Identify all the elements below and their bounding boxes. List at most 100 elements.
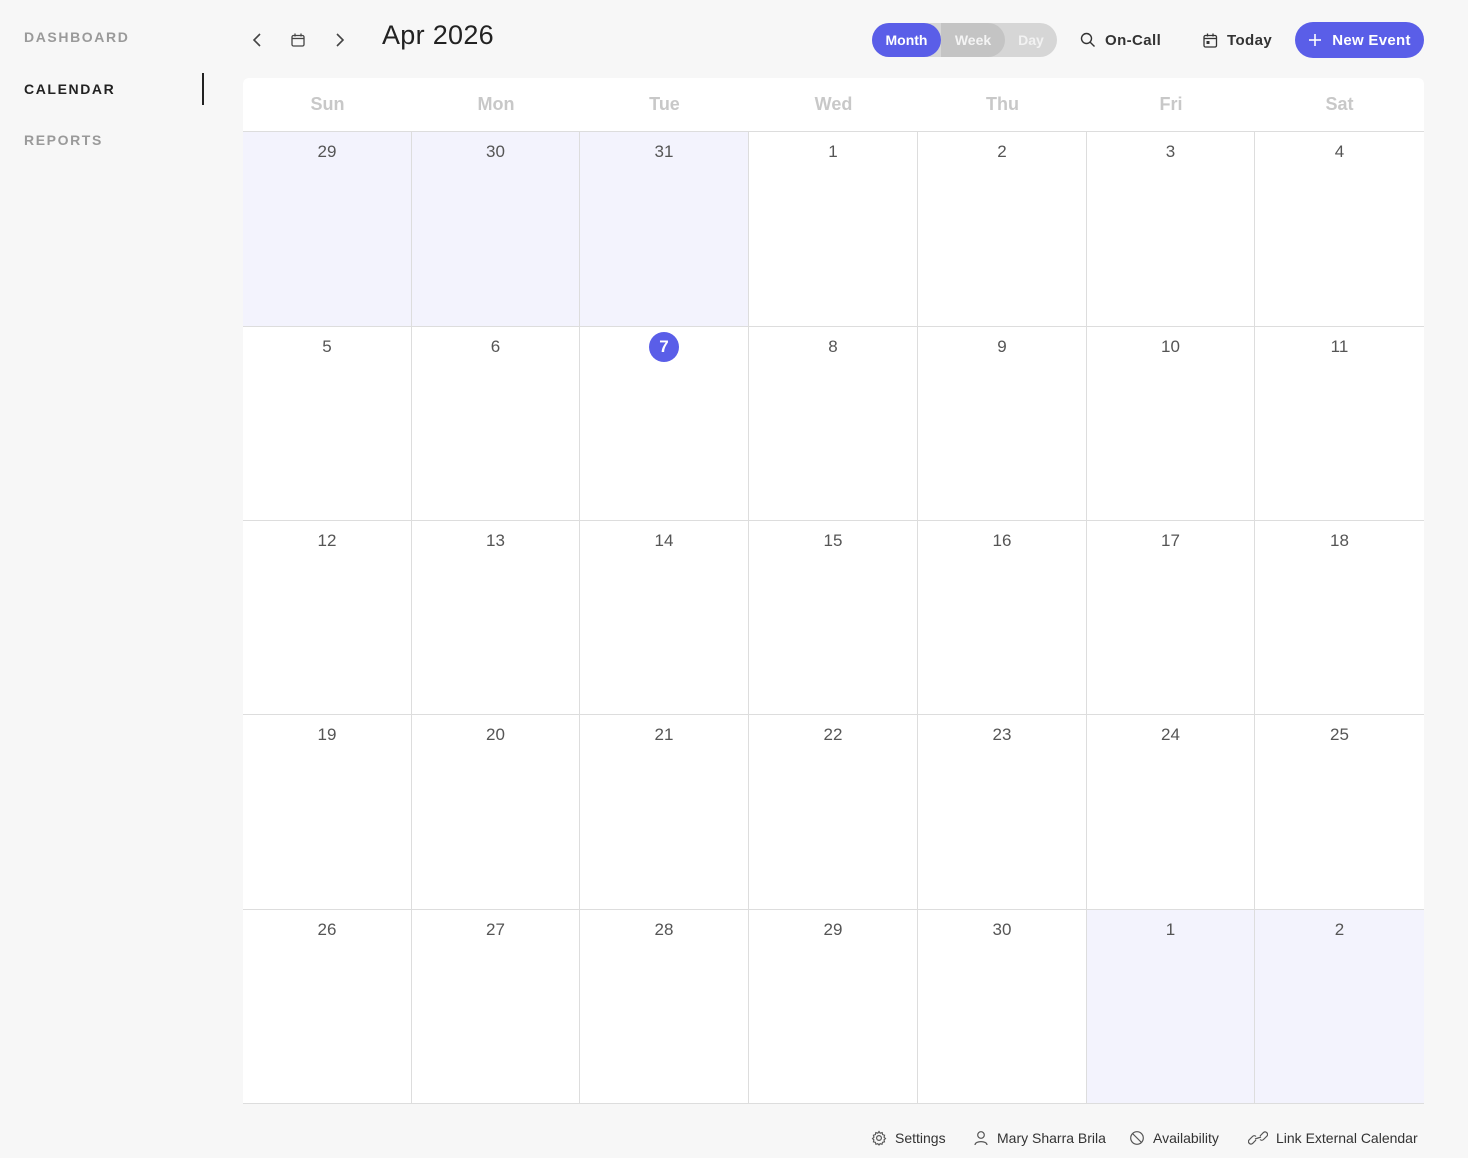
day-number: 1 [1165, 920, 1176, 939]
calendar-today-icon [1203, 33, 1218, 48]
day-cell[interactable]: 19 [243, 715, 412, 910]
day-number: 5 [322, 337, 332, 356]
day-cell[interactable]: 22 [749, 715, 918, 910]
availability-label: Availability [1153, 1130, 1219, 1146]
link-external-calendar-button[interactable]: Link External Calendar [1248, 1128, 1418, 1148]
day-cell[interactable]: 13 [412, 521, 580, 715]
day-number: 11 [1330, 337, 1349, 356]
day-number: 3 [1165, 142, 1176, 161]
day-cell[interactable]: 30 [412, 132, 580, 327]
day-cell[interactable]: 4 [1255, 132, 1424, 327]
day-cell[interactable]: 20 [412, 715, 580, 910]
view-week-button[interactable]: Week [941, 23, 1005, 57]
today-label: Today [1227, 31, 1273, 49]
previous-month-button[interactable] [244, 26, 272, 54]
day-cell[interactable]: 28 [580, 910, 749, 1104]
day-cell[interactable]: 26 [243, 910, 412, 1104]
day-cell[interactable]: 24 [1087, 715, 1255, 910]
weekday-header-row: Sun Mon Tue Wed Thu Fri Sat [243, 78, 1424, 132]
day-cell[interactable]: 9 [918, 327, 1087, 521]
sidebar-item-calendar[interactable]: CALENDAR [24, 81, 115, 97]
day-cell[interactable]: 27 [412, 910, 580, 1104]
day-cell[interactable]: 18 [1255, 521, 1424, 715]
day-cell[interactable]: 7 [580, 327, 749, 521]
chevron-right-icon [336, 33, 345, 47]
user-icon [974, 1131, 988, 1146]
link-external-calendar-label: Link External Calendar [1276, 1130, 1418, 1146]
day-number: 6 [490, 337, 501, 356]
weekday-header-tue: Tue [649, 94, 680, 114]
view-month-button[interactable]: Month [872, 23, 941, 57]
active-nav-indicator [202, 73, 204, 105]
day-number: 21 [654, 725, 674, 744]
day-number: 16 [992, 531, 1012, 550]
plus-icon [1309, 34, 1322, 46]
day-number: 8 [828, 337, 838, 356]
settings-label: Settings [895, 1130, 946, 1146]
on-call-button[interactable]: On-Call [1080, 28, 1161, 52]
day-number: 10 [1161, 337, 1180, 356]
day-number: 29 [823, 920, 843, 939]
day-number: 20 [486, 725, 505, 744]
day-number: 4 [1334, 142, 1345, 161]
day-number: 30 [992, 920, 1012, 939]
day-cell[interactable]: 14 [580, 521, 749, 715]
sidebar-item-dashboard[interactable]: DASHBOARD [24, 29, 129, 45]
day-cell[interactable]: 31 [580, 132, 749, 327]
day-cell[interactable]: 16 [918, 521, 1087, 715]
link-icon [1248, 1131, 1268, 1145]
day-cell[interactable]: 12 [243, 521, 412, 715]
availability-button[interactable]: Availability [1129, 1128, 1219, 1148]
date-picker-button[interactable] [284, 26, 312, 54]
day-cell[interactable]: 25 [1255, 715, 1424, 910]
gear-icon [871, 1130, 887, 1146]
day-cell[interactable]: 10 [1087, 327, 1255, 521]
day-cell[interactable]: 3 [1087, 132, 1255, 327]
day-cell[interactable]: 2 [918, 132, 1087, 327]
day-cell[interactable]: 21 [580, 715, 749, 910]
day-number: 29 [317, 142, 337, 161]
day-cell[interactable]: 11 [1255, 327, 1424, 521]
user-profile-button[interactable]: Mary Sharra Brila [973, 1128, 1106, 1148]
calendar-icon [291, 33, 305, 47]
day-cell[interactable]: 2 [1255, 910, 1424, 1104]
view-toggle: Month Week Day [872, 23, 1057, 57]
day-number: 15 [823, 531, 843, 550]
month-calendar: Sun Mon Tue Wed Thu Fri Sat 29 30 31 1 2 3 4 5 6 7 8 9 10 1… [243, 78, 1424, 1104]
view-day-button[interactable]: Day [1005, 23, 1057, 57]
user-name: Mary Sharra Brila [997, 1130, 1106, 1146]
sidebar-item-reports[interactable]: REPORTS [24, 132, 103, 148]
day-cell[interactable]: 29 [243, 132, 412, 327]
day-cell[interactable]: 15 [749, 521, 918, 715]
day-cell[interactable]: 5 [243, 327, 412, 521]
new-event-label: New Event [1332, 31, 1411, 49]
weekday-header-fri: Fri [1159, 94, 1183, 114]
day-cell[interactable]: 23 [918, 715, 1087, 910]
day-number: 30 [486, 142, 505, 161]
day-number: 1 [828, 142, 838, 161]
day-number: 31 [654, 142, 674, 161]
weekday-header-wed: Wed [814, 94, 853, 114]
day-cell[interactable]: 1 [1087, 910, 1255, 1104]
day-number: 26 [317, 920, 337, 939]
weekday-header-thu: Thu [986, 94, 1019, 114]
today-button[interactable]: Today [1203, 28, 1272, 52]
day-number: 25 [1330, 725, 1349, 744]
day-number: 22 [823, 725, 843, 744]
sidebar: DASHBOARD CALENDAR REPORTS [0, 0, 210, 1158]
new-event-button[interactable]: New Event [1295, 22, 1424, 58]
day-cell[interactable]: 8 [749, 327, 918, 521]
day-cell[interactable]: 6 [412, 327, 580, 521]
settings-button[interactable]: Settings [871, 1128, 946, 1148]
day-cell[interactable]: 30 [918, 910, 1087, 1104]
day-number: 17 [1161, 531, 1180, 550]
day-number: 9 [997, 337, 1007, 356]
day-number: 18 [1330, 531, 1349, 550]
day-number: 12 [317, 531, 337, 550]
next-month-button[interactable] [325, 26, 353, 54]
day-cell[interactable]: 1 [749, 132, 918, 327]
day-cell[interactable]: 17 [1087, 521, 1255, 715]
block-icon [1130, 1131, 1144, 1145]
day-cell[interactable]: 29 [749, 910, 918, 1104]
weekday-header-sat: Sat [1325, 94, 1354, 114]
